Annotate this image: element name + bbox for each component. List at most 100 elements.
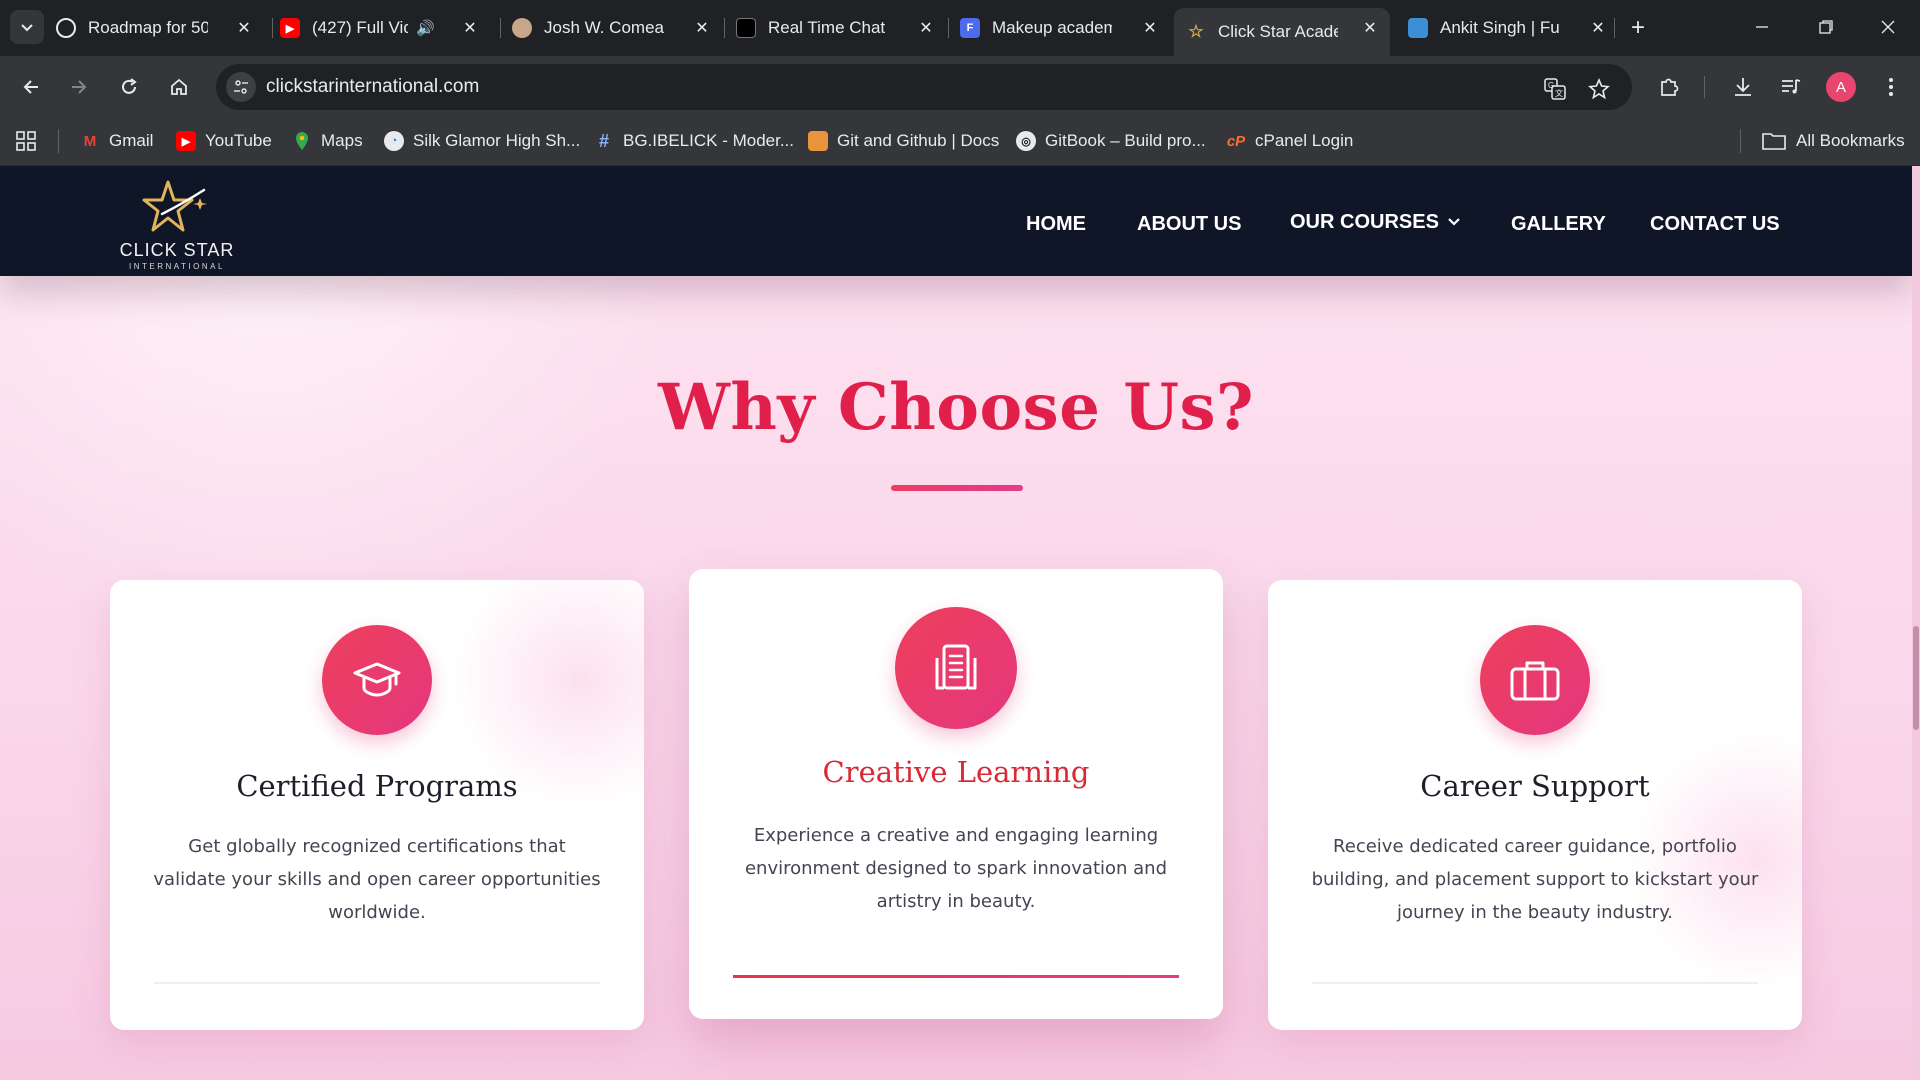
tab-title: Real Time Chat Pla [768, 18, 888, 37]
browser-tab[interactable]: Josh W. Comeau ✕ [512, 8, 722, 48]
bookmark-label: Maps [321, 131, 363, 150]
close-window-button[interactable] [1868, 10, 1908, 44]
downloads-button[interactable] [1726, 70, 1760, 104]
profile-avatar[interactable]: A [1826, 72, 1856, 102]
reload-icon [122, 78, 137, 94]
bookmark-youtube[interactable]: ▶ YouTube [176, 127, 272, 155]
bookmarks-divider [1740, 129, 1741, 153]
close-icon [1881, 20, 1895, 34]
bookmark-star-button[interactable] [1586, 77, 1612, 101]
chevron-down-icon [1448, 218, 1460, 226]
star-outline-icon [1588, 78, 1610, 100]
browser-tab[interactable]: ▶ (427) Full Video 🔊 ✕ [280, 8, 490, 48]
bookmarks-bar: M Gmail ▶ YouTube Maps ◔ Silk Glamor Hig… [0, 116, 1920, 166]
address-bar[interactable]: clickstarinternational.com 文G [216, 64, 1632, 110]
new-tab-button[interactable]: + [1624, 14, 1652, 42]
browser-tab[interactable]: Real Time Chat Pla ✕ [736, 8, 946, 48]
tab-divider [500, 18, 501, 38]
gitbook-icon: ◎ [1016, 131, 1036, 151]
reload-button[interactable] [112, 70, 146, 104]
url-text[interactable]: clickstarinternational.com [266, 76, 479, 98]
nav-label: OUR COURSES [1290, 210, 1439, 233]
nav-label: HOME [1026, 212, 1086, 235]
tab-title: Roadmap for 50 Da [88, 18, 208, 37]
tab-divider [1614, 18, 1615, 38]
browser-tab[interactable]: Roadmap for 50 Da ✕ [56, 8, 264, 48]
feature-card-certified[interactable]: Certified Programs Get globally recogniz… [110, 580, 644, 1030]
close-tab-icon[interactable]: ✕ [1138, 16, 1162, 40]
bookmark-maps[interactable]: Maps [292, 127, 363, 155]
site-logo[interactable]: CLICK STAR INTERNATIONAL [112, 178, 242, 271]
audio-playing-icon[interactable]: 🔊 [416, 19, 435, 37]
maps-pin-icon [292, 131, 312, 151]
bookmark-label: All Bookmarks [1796, 131, 1905, 150]
nav-about[interactable]: ABOUT US [1137, 210, 1241, 238]
tune-icon [234, 80, 248, 94]
forward-button[interactable] [62, 70, 96, 104]
card-title: Career Support [1420, 769, 1650, 803]
bookmark-cpanel[interactable]: cP cPanel Login [1226, 127, 1354, 155]
bookmark-git-docs[interactable]: Git and Github | Docs [808, 127, 999, 155]
playlist-icon [1782, 79, 1801, 94]
svg-text:文: 文 [1555, 88, 1563, 98]
profile-initial: A [1835, 78, 1846, 96]
scrollbar-thumb[interactable] [1913, 626, 1919, 730]
folder-icon [1762, 133, 1786, 150]
close-tab-icon[interactable]: ✕ [458, 16, 482, 40]
browser-menu-button[interactable] [1874, 70, 1908, 104]
cpanel-icon: cP [1226, 132, 1246, 150]
card-divider-active [733, 975, 1179, 978]
bookmark-label: cPanel Login [1255, 131, 1354, 150]
close-tab-icon[interactable]: ✕ [1586, 16, 1610, 40]
silk-icon: ◔ [384, 131, 404, 151]
minimize-icon [1756, 26, 1768, 28]
bookmark-gmail[interactable]: M Gmail [80, 127, 154, 155]
minimize-button[interactable] [1742, 10, 1782, 44]
nav-contact[interactable]: CONTACT US [1650, 210, 1780, 238]
browser-tab[interactable]: F Makeup academy ✕ [960, 8, 1170, 48]
title-underline [891, 485, 1023, 491]
close-tab-icon[interactable]: ✕ [232, 16, 256, 40]
bookmark-label: YouTube [205, 131, 272, 150]
site-info-button[interactable] [226, 72, 256, 102]
feature-card-career[interactable]: Career Support Receive dedicated career … [1268, 580, 1802, 1030]
apps-grid-icon [16, 131, 36, 151]
star-logo-icon [142, 180, 207, 232]
card-title: Creative Learning [822, 755, 1090, 789]
close-tab-icon[interactable]: ✕ [690, 16, 714, 40]
logo-subtitle: INTERNATIONAL [129, 262, 225, 271]
gmail-icon: M [83, 132, 97, 150]
browser-tab-bar: Roadmap for 50 Da ✕ ▶ (427) Full Video 🔊… [0, 0, 1920, 56]
card-icon-circle [1480, 625, 1590, 735]
close-tab-icon[interactable]: ✕ [914, 16, 938, 40]
nav-gallery[interactable]: GALLERY [1511, 210, 1606, 238]
plus-icon: + [1630, 14, 1645, 41]
briefcase-icon [1510, 661, 1560, 701]
nav-home[interactable]: HOME [1026, 210, 1086, 238]
browser-tab[interactable]: Ankit Singh | Full ✕ [1408, 8, 1618, 48]
bookmark-silk-glamor[interactable]: ◔ Silk Glamor High Sh... [384, 127, 580, 155]
browser-tab-active[interactable]: ☆ Click Star Academ ✕ [1174, 8, 1390, 56]
tab-title: Josh W. Comeau [544, 18, 664, 37]
svg-text:G: G [1548, 81, 1554, 90]
apps-button[interactable] [16, 127, 36, 155]
translate-button[interactable]: 文G [1542, 77, 1568, 101]
extensions-button[interactable] [1652, 70, 1686, 104]
tab-title: Makeup academy [992, 18, 1112, 37]
nav-courses-dropdown[interactable]: OUR COURSES [1290, 208, 1461, 236]
feature-card-creative[interactable]: Creative Learning Experience a creative … [689, 569, 1223, 1019]
hash-icon: # [598, 130, 609, 151]
all-bookmarks-button[interactable]: All Bookmarks [1762, 127, 1905, 155]
bookmark-gitbook[interactable]: ◎ GitBook – Build pro... [1016, 127, 1206, 155]
restore-button[interactable] [1806, 10, 1846, 44]
media-control-button[interactable] [1774, 70, 1808, 104]
briefcase-icon [1408, 18, 1428, 38]
back-button[interactable] [14, 70, 48, 104]
tab-search-button[interactable] [10, 10, 44, 44]
close-tab-icon[interactable]: ✕ [1358, 16, 1382, 40]
bookmark-bg-ibelick[interactable]: # BG.IBELICK - Moder... [594, 127, 794, 155]
logo-name: CLICK STAR [119, 240, 235, 260]
tab-title: Ankit Singh | Full [1440, 18, 1560, 37]
home-button[interactable] [162, 70, 196, 104]
page-scrollbar[interactable] [1912, 166, 1920, 1080]
